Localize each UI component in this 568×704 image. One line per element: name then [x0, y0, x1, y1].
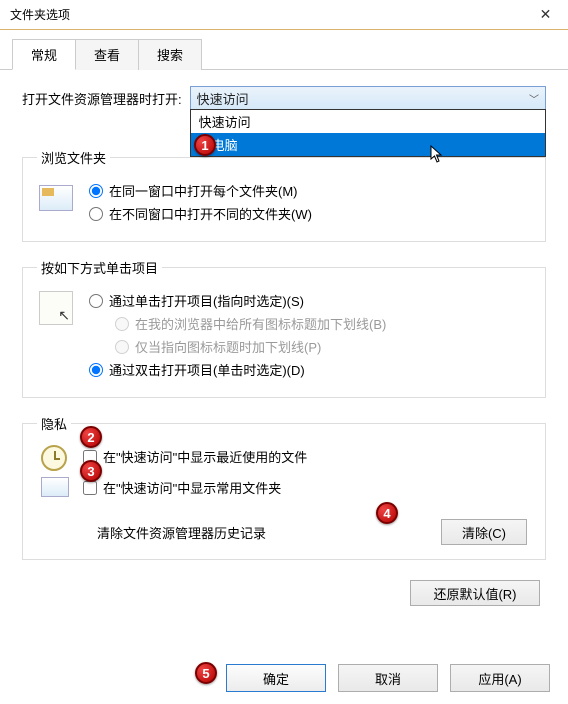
tab-general[interactable]: 常规	[12, 39, 76, 70]
radio-single-click-input[interactable]	[89, 294, 103, 308]
radio-single-click-label: 通过单击打开项目(指向时选定)(S)	[109, 291, 304, 310]
dialog-footer: 确定 取消 应用(A)	[0, 664, 568, 692]
window-title: 文件夹选项	[10, 6, 70, 23]
open-with-row: 打开文件资源管理器时打开: 快速访问 ﹀ 快速访问 此电脑	[22, 86, 546, 110]
check-frequent-folders-input[interactable]	[83, 481, 97, 495]
radio-double-click-input[interactable]	[89, 363, 103, 377]
click-legend: 按如下方式单击项目	[37, 258, 162, 277]
chevron-down-icon: ﹀	[529, 91, 539, 106]
clock-icon	[41, 445, 67, 471]
check-frequent-folders[interactable]: 在"快速访问"中显示常用文件夹	[83, 478, 307, 497]
radio-diff-window-label: 在不同窗口中打开不同的文件夹(W)	[109, 204, 312, 223]
radio-same-window[interactable]: 在同一窗口中打开每个文件夹(M)	[89, 181, 531, 200]
radio-single-click[interactable]: 通过单击打开项目(指向时选定)(S)	[89, 291, 531, 310]
radio-underline-all-input	[115, 317, 129, 331]
tab-view[interactable]: 查看	[75, 39, 139, 70]
radio-diff-window-input[interactable]	[89, 207, 103, 221]
check-recent-files[interactable]: 在"快速访问"中显示最近使用的文件	[83, 447, 307, 466]
privacy-icons	[37, 445, 73, 497]
close-icon: ✕	[540, 6, 552, 23]
check-recent-files-label: 在"快速访问"中显示最近使用的文件	[103, 447, 307, 466]
open-with-label: 打开文件资源管理器时打开:	[22, 89, 182, 108]
dropdown-item-quickaccess[interactable]: 快速访问	[191, 110, 545, 133]
radio-underline-all: 在我的浏览器中给所有图标标题加下划线(B)	[115, 314, 531, 333]
dropdown-selected: 快速访问	[197, 89, 249, 108]
radio-underline-all-label: 在我的浏览器中给所有图标标题加下划线(B)	[135, 314, 386, 333]
radio-same-window-input[interactable]	[89, 184, 103, 198]
titlebar: 文件夹选项 ✕	[0, 0, 568, 30]
tab-content: 打开文件资源管理器时打开: 快速访问 ﹀ 快速访问 此电脑 浏览文件夹 在同一窗…	[0, 70, 568, 616]
radio-underline-hover-label: 仅当指向图标标题时加下划线(P)	[135, 337, 321, 356]
annotation-badge-2: 2	[80, 426, 102, 448]
folder-icon	[37, 179, 75, 217]
mouse-cursor-icon	[430, 145, 444, 163]
radio-double-click-label: 通过双击打开项目(单击时选定)(D)	[109, 360, 305, 379]
restore-defaults-button[interactable]: 还原默认值(R)	[410, 580, 540, 606]
radio-same-window-label: 在同一窗口中打开每个文件夹(M)	[109, 181, 298, 200]
dropdown-list: 快速访问 此电脑	[190, 109, 546, 157]
radio-underline-hover: 仅当指向图标标题时加下划线(P)	[115, 337, 531, 356]
clear-button[interactable]: 清除(C)	[441, 519, 527, 545]
dropdown-item-thispc[interactable]: 此电脑	[191, 133, 545, 156]
click-group: 按如下方式单击项目 通过单击打开项目(指向时选定)(S) 在我的浏览器中给所有图…	[22, 258, 546, 398]
tab-search[interactable]: 搜索	[138, 39, 202, 70]
close-button[interactable]: ✕	[523, 0, 568, 30]
browse-group: 浏览文件夹 在同一窗口中打开每个文件夹(M) 在不同窗口中打开不同的文件夹(W)	[22, 148, 546, 242]
radio-diff-window[interactable]: 在不同窗口中打开不同的文件夹(W)	[89, 204, 531, 223]
privacy-legend: 隐私	[37, 414, 71, 433]
tab-bar: 常规 查看 搜索	[0, 30, 568, 70]
check-frequent-folders-label: 在"快速访问"中显示常用文件夹	[103, 478, 281, 497]
restore-row: 还原默认值(R)	[22, 576, 546, 606]
open-with-dropdown-wrap: 快速访问 ﹀ 快速访问 此电脑	[190, 86, 546, 110]
annotation-badge-1: 1	[194, 134, 216, 156]
radio-double-click[interactable]: 通过双击打开项目(单击时选定)(D)	[89, 360, 531, 379]
radio-underline-hover-input	[115, 340, 129, 354]
annotation-badge-3: 3	[80, 460, 102, 482]
browse-legend: 浏览文件夹	[37, 148, 110, 167]
annotation-badge-5: 5	[195, 662, 217, 684]
apply-button[interactable]: 应用(A)	[450, 664, 550, 692]
open-with-dropdown[interactable]: 快速访问 ﹀	[190, 86, 546, 110]
annotation-badge-4: 4	[376, 502, 398, 524]
click-icon	[37, 289, 75, 327]
folder-small-icon	[41, 477, 69, 497]
clear-history-label: 清除文件资源管理器历史记录	[97, 523, 266, 542]
cancel-button[interactable]: 取消	[338, 664, 438, 692]
ok-button[interactable]: 确定	[226, 664, 326, 692]
